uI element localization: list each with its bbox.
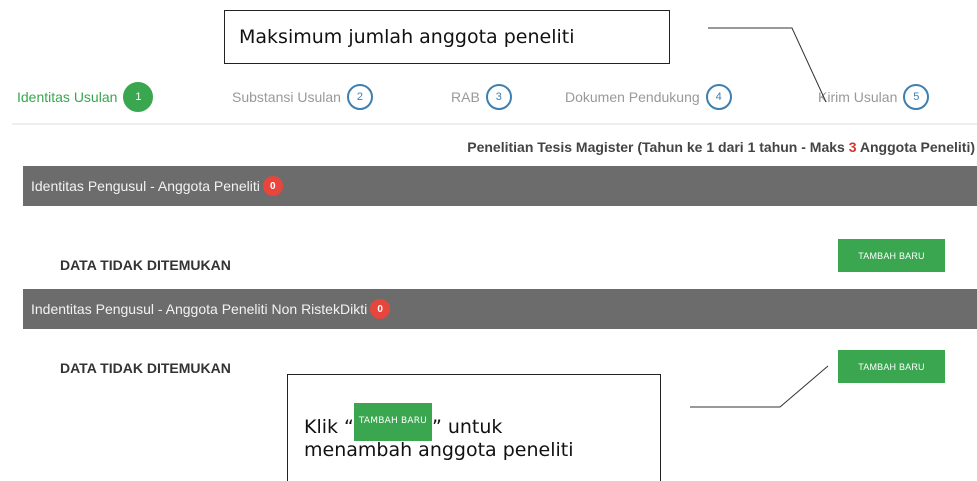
- tab-label: Substansi Usulan: [232, 89, 341, 105]
- step-number-badge: 1: [123, 82, 154, 112]
- tab-label: Dokumen Pendukung: [565, 89, 700, 105]
- panel-title: Indentitas Pengusul - Anggota Peneliti N…: [31, 301, 368, 317]
- max-members-count: 3: [848, 139, 857, 155]
- annotation-callout-bottom: Klik “TAMBAH BARU” untuk menambah anggot…: [287, 374, 661, 481]
- add-member-button[interactable]: TAMBAH BARU: [838, 239, 945, 272]
- tab-label: RAB: [451, 89, 480, 105]
- tab-kirim-usulan[interactable]: Kirim Usulan 5: [818, 80, 930, 114]
- step-number-badge: 3: [485, 84, 512, 110]
- leader-line-bottom: [690, 365, 829, 408]
- program-info-suffix: Anggota Peneliti): [856, 139, 975, 155]
- tab-dokumen-pendukung[interactable]: Dokumen Pendukung 4: [565, 80, 732, 114]
- empty-state-text: DATA TIDAK DITEMUKAN: [60, 257, 231, 273]
- inline-button-sample: TAMBAH BARU: [353, 403, 432, 441]
- annotation-text: Maksimum jumlah anggota peneliti: [239, 26, 575, 48]
- tab-rab[interactable]: RAB 3: [451, 80, 512, 114]
- program-info-prefix: Penelitian Tesis Magister (Tahun ke 1 da…: [467, 139, 849, 155]
- wizard-steps: Identitas Usulan 1 Substansi Usulan 2 RA…: [0, 80, 977, 116]
- panel-header-anggota-peneliti: Identitas Pengusul - Anggota Peneliti 0: [23, 166, 977, 206]
- program-info: Penelitian Tesis Magister (Tahun ke 1 da…: [467, 139, 975, 155]
- tab-label: Identitas Usulan: [17, 89, 118, 105]
- annotation-line-2: menambah anggota peneliti: [304, 439, 574, 461]
- panel-header-anggota-non-ristekdikti: Indentitas Pengusul - Anggota Peneliti N…: [23, 289, 977, 329]
- count-badge: 0: [262, 176, 283, 196]
- step-number-badge: 5: [903, 84, 930, 110]
- step-number-badge: 2: [346, 84, 373, 110]
- panel-title: Identitas Pengusul - Anggota Peneliti: [31, 178, 260, 194]
- tab-substansi-usulan[interactable]: Substansi Usulan 2: [232, 80, 373, 114]
- tabs-divider: [12, 123, 977, 125]
- annotation-prefix: Klik “: [304, 416, 354, 438]
- empty-state-text: DATA TIDAK DITEMUKAN: [60, 360, 231, 376]
- annotation-line-1: Klik “TAMBAH BARU” untuk: [304, 403, 502, 441]
- tab-label: Kirim Usulan: [818, 89, 898, 105]
- step-number-badge: 4: [705, 84, 732, 110]
- annotation-suffix: ” untuk: [431, 416, 503, 438]
- add-non-ristekdikti-member-button[interactable]: TAMBAH BARU: [838, 350, 945, 383]
- count-badge: 0: [370, 299, 391, 319]
- tab-identitas-usulan[interactable]: Identitas Usulan 1: [17, 80, 154, 114]
- annotation-callout-top: Maksimum jumlah anggota peneliti: [224, 10, 670, 64]
